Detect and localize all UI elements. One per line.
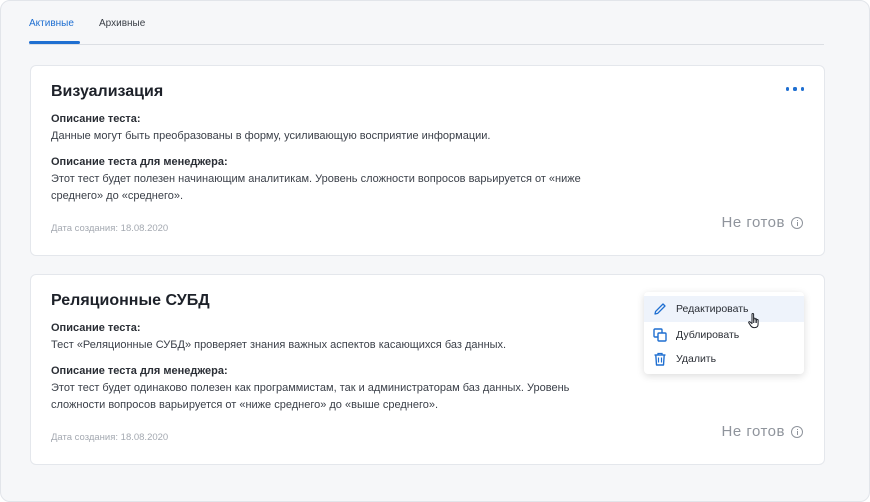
pencil-icon xyxy=(654,303,666,315)
description-label: Описание теста: xyxy=(51,322,141,334)
description-text: Данные могут быть преобразованы в форму,… xyxy=(51,130,491,142)
info-icon[interactable] xyxy=(791,216,803,229)
status-text: Не готов xyxy=(721,214,785,231)
menu-item-duplicate[interactable]: Дублировать xyxy=(644,322,804,348)
info-icon[interactable] xyxy=(791,425,803,438)
dot-icon xyxy=(786,87,790,91)
manager-description-text: Этот тест будет полезен начинающим анали… xyxy=(51,173,581,202)
trash-icon xyxy=(654,352,666,366)
app-frame: Активные Архивные Визуализация Описание … xyxy=(0,0,870,502)
status-badge[interactable]: Не готов xyxy=(721,423,803,440)
manager-description-text: Этот тест будет одинаково полезен как пр… xyxy=(51,382,570,411)
copy-icon xyxy=(653,328,667,342)
tab-active[interactable]: Активные xyxy=(29,18,74,29)
creation-date: Дата создания: 18.08.2020 xyxy=(51,223,169,234)
creation-date: Дата создания: 18.08.2020 xyxy=(51,432,169,443)
hand-cursor-icon xyxy=(748,312,759,329)
menu-item-edit[interactable]: Редактировать xyxy=(644,296,804,322)
more-options-button[interactable] xyxy=(786,82,804,96)
description-label: Описание теста: xyxy=(51,113,141,125)
menu-item-delete[interactable]: Удалить xyxy=(644,346,804,372)
menu-item-label: Редактировать xyxy=(676,303,749,315)
menu-item-label: Дублировать xyxy=(676,329,740,341)
menu-item-label: Удалить xyxy=(676,353,717,365)
manager-description-label: Описание теста для менеджера: xyxy=(51,365,228,377)
card-title: Реляционные СУБД xyxy=(51,292,210,309)
card-title: Визуализация xyxy=(51,83,164,100)
test-card: Визуализация Описание теста: Данные могу… xyxy=(30,65,825,256)
dot-icon xyxy=(800,87,804,91)
status-text: Не готов xyxy=(721,423,785,440)
tab-bar: Активные Архивные xyxy=(29,1,824,45)
status-badge[interactable]: Не готов xyxy=(721,214,803,231)
tab-archived[interactable]: Архивные xyxy=(99,18,145,29)
active-tab-indicator xyxy=(29,41,80,44)
manager-description-label: Описание теста для менеджера: xyxy=(51,156,228,168)
description-text: Тест «Реляционные СУБД» проверяет знания… xyxy=(51,339,507,351)
dot-icon xyxy=(793,87,797,91)
context-menu: Редактировать Дублировать Удалить xyxy=(644,292,804,374)
